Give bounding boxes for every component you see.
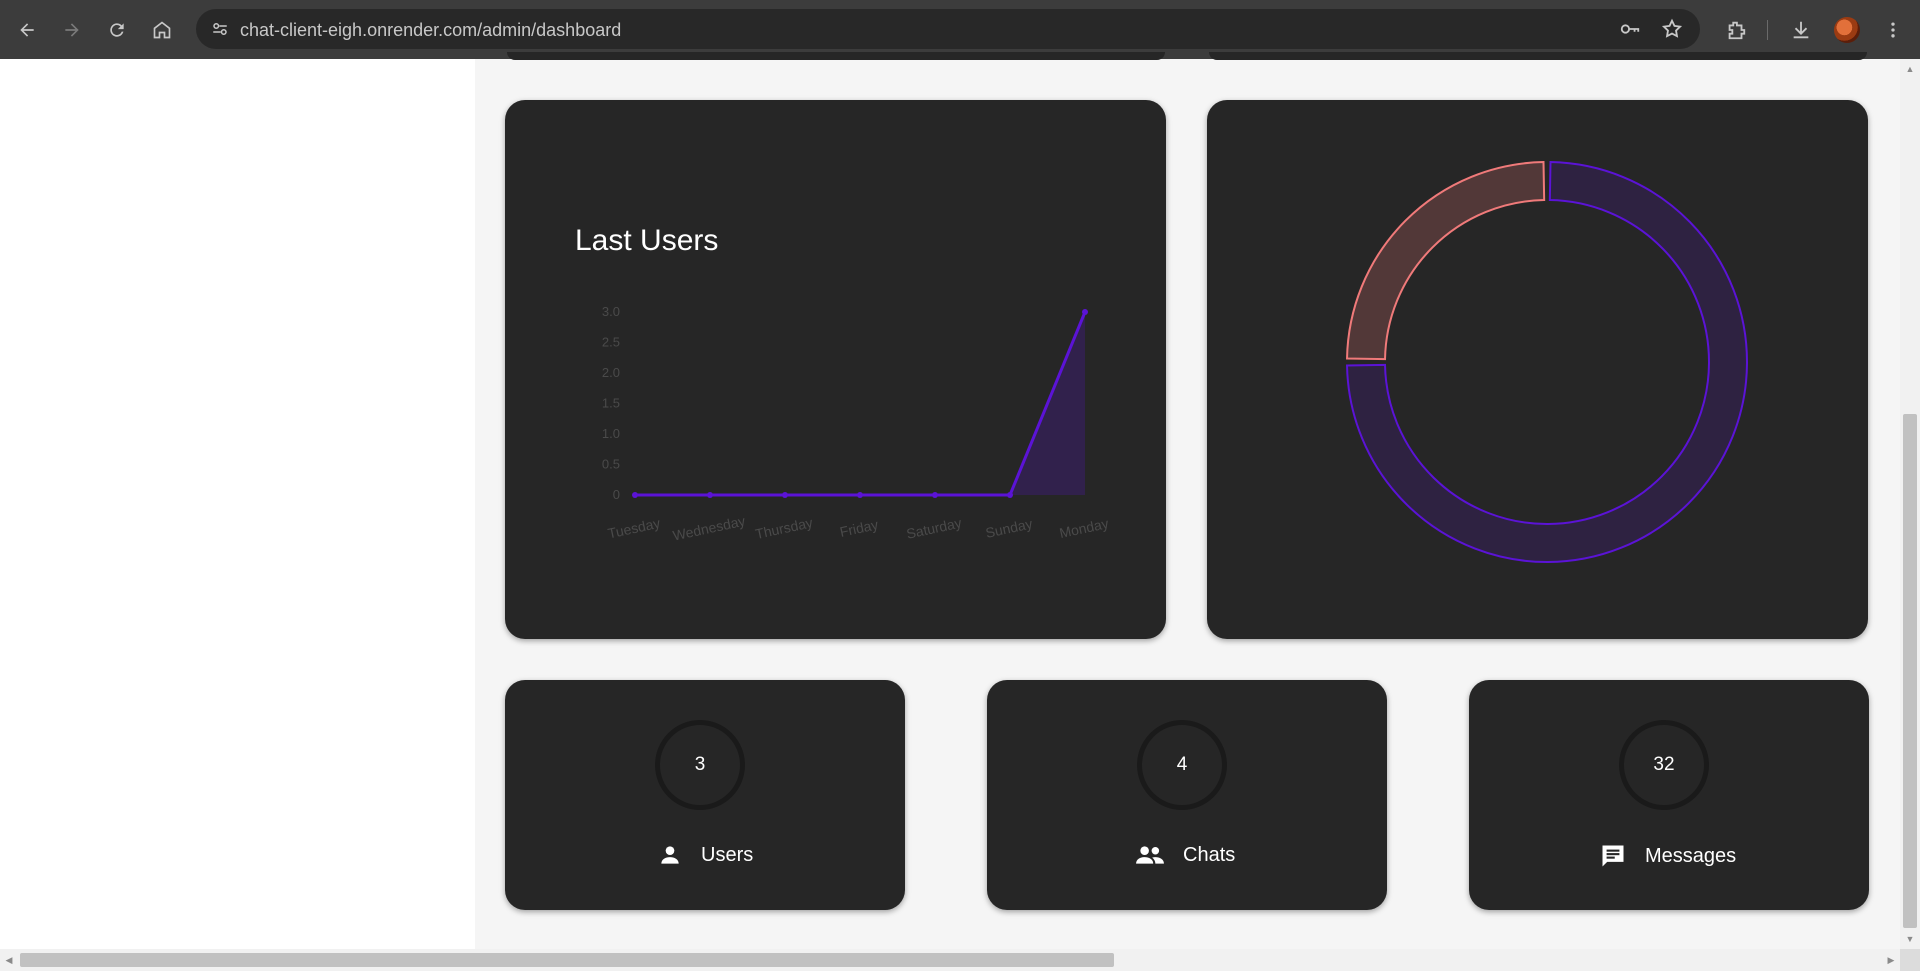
browser-toolbar: chat-client-eigh.onrender.com/admin/dash… [0,0,1920,59]
users-label: Users [701,843,754,866]
password-key-icon[interactable] [1618,17,1642,41]
series-line [635,311,1087,497]
data-point[interactable] [1082,309,1088,315]
messages-label: Messages [1645,844,1737,867]
extensions-icon[interactable] [1723,17,1749,43]
messages-stat-card: 32 Messages [1469,680,1869,910]
x-tick-label: Saturday [905,514,963,541]
y-tick-label: 2.5 [602,335,620,350]
scrollbar-corner [1900,949,1920,971]
data-point[interactable] [782,492,788,498]
people-icon [1136,846,1164,864]
last-users-line-chart: 0 0.5 1.0 1.5 2.0 2.5 3.0 Tuesday Wednesday Thurs… [602,304,1110,544]
address-bar[interactable]: chat-client-eigh.onrender.com/admin/dash… [196,9,1700,49]
users-stat-card: 3 Users [505,680,905,910]
x-tick-label: Friday [838,516,879,540]
sidebar-area [0,59,475,949]
arrow-right-icon [65,23,79,37]
card-above-right [1209,52,1867,60]
scroll-down-arrow[interactable]: ▼ [1905,934,1915,944]
donut-chart-card [1207,100,1868,639]
x-tick-label: Monday [1058,515,1110,541]
horizontal-scroll-thumb[interactable] [20,953,1114,967]
x-tick-label: Tuesday [606,515,661,542]
x-tick-label: Thursday [754,514,814,542]
person-icon [661,846,679,864]
message-icon [1602,845,1624,867]
bookmark-star-icon[interactable] [1660,17,1684,41]
profile-avatar[interactable] [1834,17,1860,43]
scroll-right-arrow[interactable]: ▶ [1886,955,1896,965]
data-point[interactable] [1007,492,1013,498]
y-tick-label: 2.0 [602,365,620,380]
scroll-up-arrow[interactable]: ▲ [1905,64,1915,74]
reload-button[interactable] [104,17,130,43]
last-users-card: Last Users 0 0.5 1.0 1.5 2.0 2.5 3.0 Tuesday Wed… [505,100,1166,639]
scroll-left-arrow[interactable]: ◀ [4,955,14,965]
card-above-left [507,52,1165,60]
donut-slice[interactable] [1346,161,1546,361]
back-button[interactable] [14,17,40,43]
arrow-left-icon [20,23,34,37]
menu-kebab-icon[interactable] [1880,17,1906,43]
reload-icon [110,23,124,37]
data-point[interactable] [932,492,938,498]
y-tick-label: 0.5 [602,457,620,472]
downloads-icon[interactable] [1788,17,1814,43]
chats-stat-card: 4 Chats [987,680,1387,910]
home-button[interactable] [149,17,175,43]
y-tick-label: 1.0 [602,426,620,441]
forward-button[interactable] [59,17,85,43]
series-area [635,312,1085,495]
y-tick-label: 0 [613,487,620,502]
chats-label: Chats [1183,843,1236,866]
messages-count: 32 [1619,720,1709,810]
data-point[interactable] [707,492,713,498]
data-point[interactable] [857,492,863,498]
y-tick-label: 3.0 [602,304,620,319]
site-info-icon[interactable] [208,17,232,41]
chats-count: 4 [1137,720,1227,810]
users-stat-label: Users [657,842,753,868]
home-icon [153,21,171,39]
url-text[interactable]: chat-client-eigh.onrender.com/admin/dash… [240,20,621,41]
x-tick-label: Wednesday [671,513,746,544]
users-count: 3 [655,720,745,810]
vertical-scroll-thumb[interactable] [1903,414,1917,928]
y-tick-label: 1.5 [602,396,620,411]
messages-stat-label: Messages [1599,842,1736,870]
toolbar-divider [1767,20,1768,40]
data-point[interactable] [632,492,638,498]
chats-stat-label: Chats [1135,842,1235,868]
donut-chart [1346,161,1748,563]
x-tick-label: Sunday [984,515,1034,541]
